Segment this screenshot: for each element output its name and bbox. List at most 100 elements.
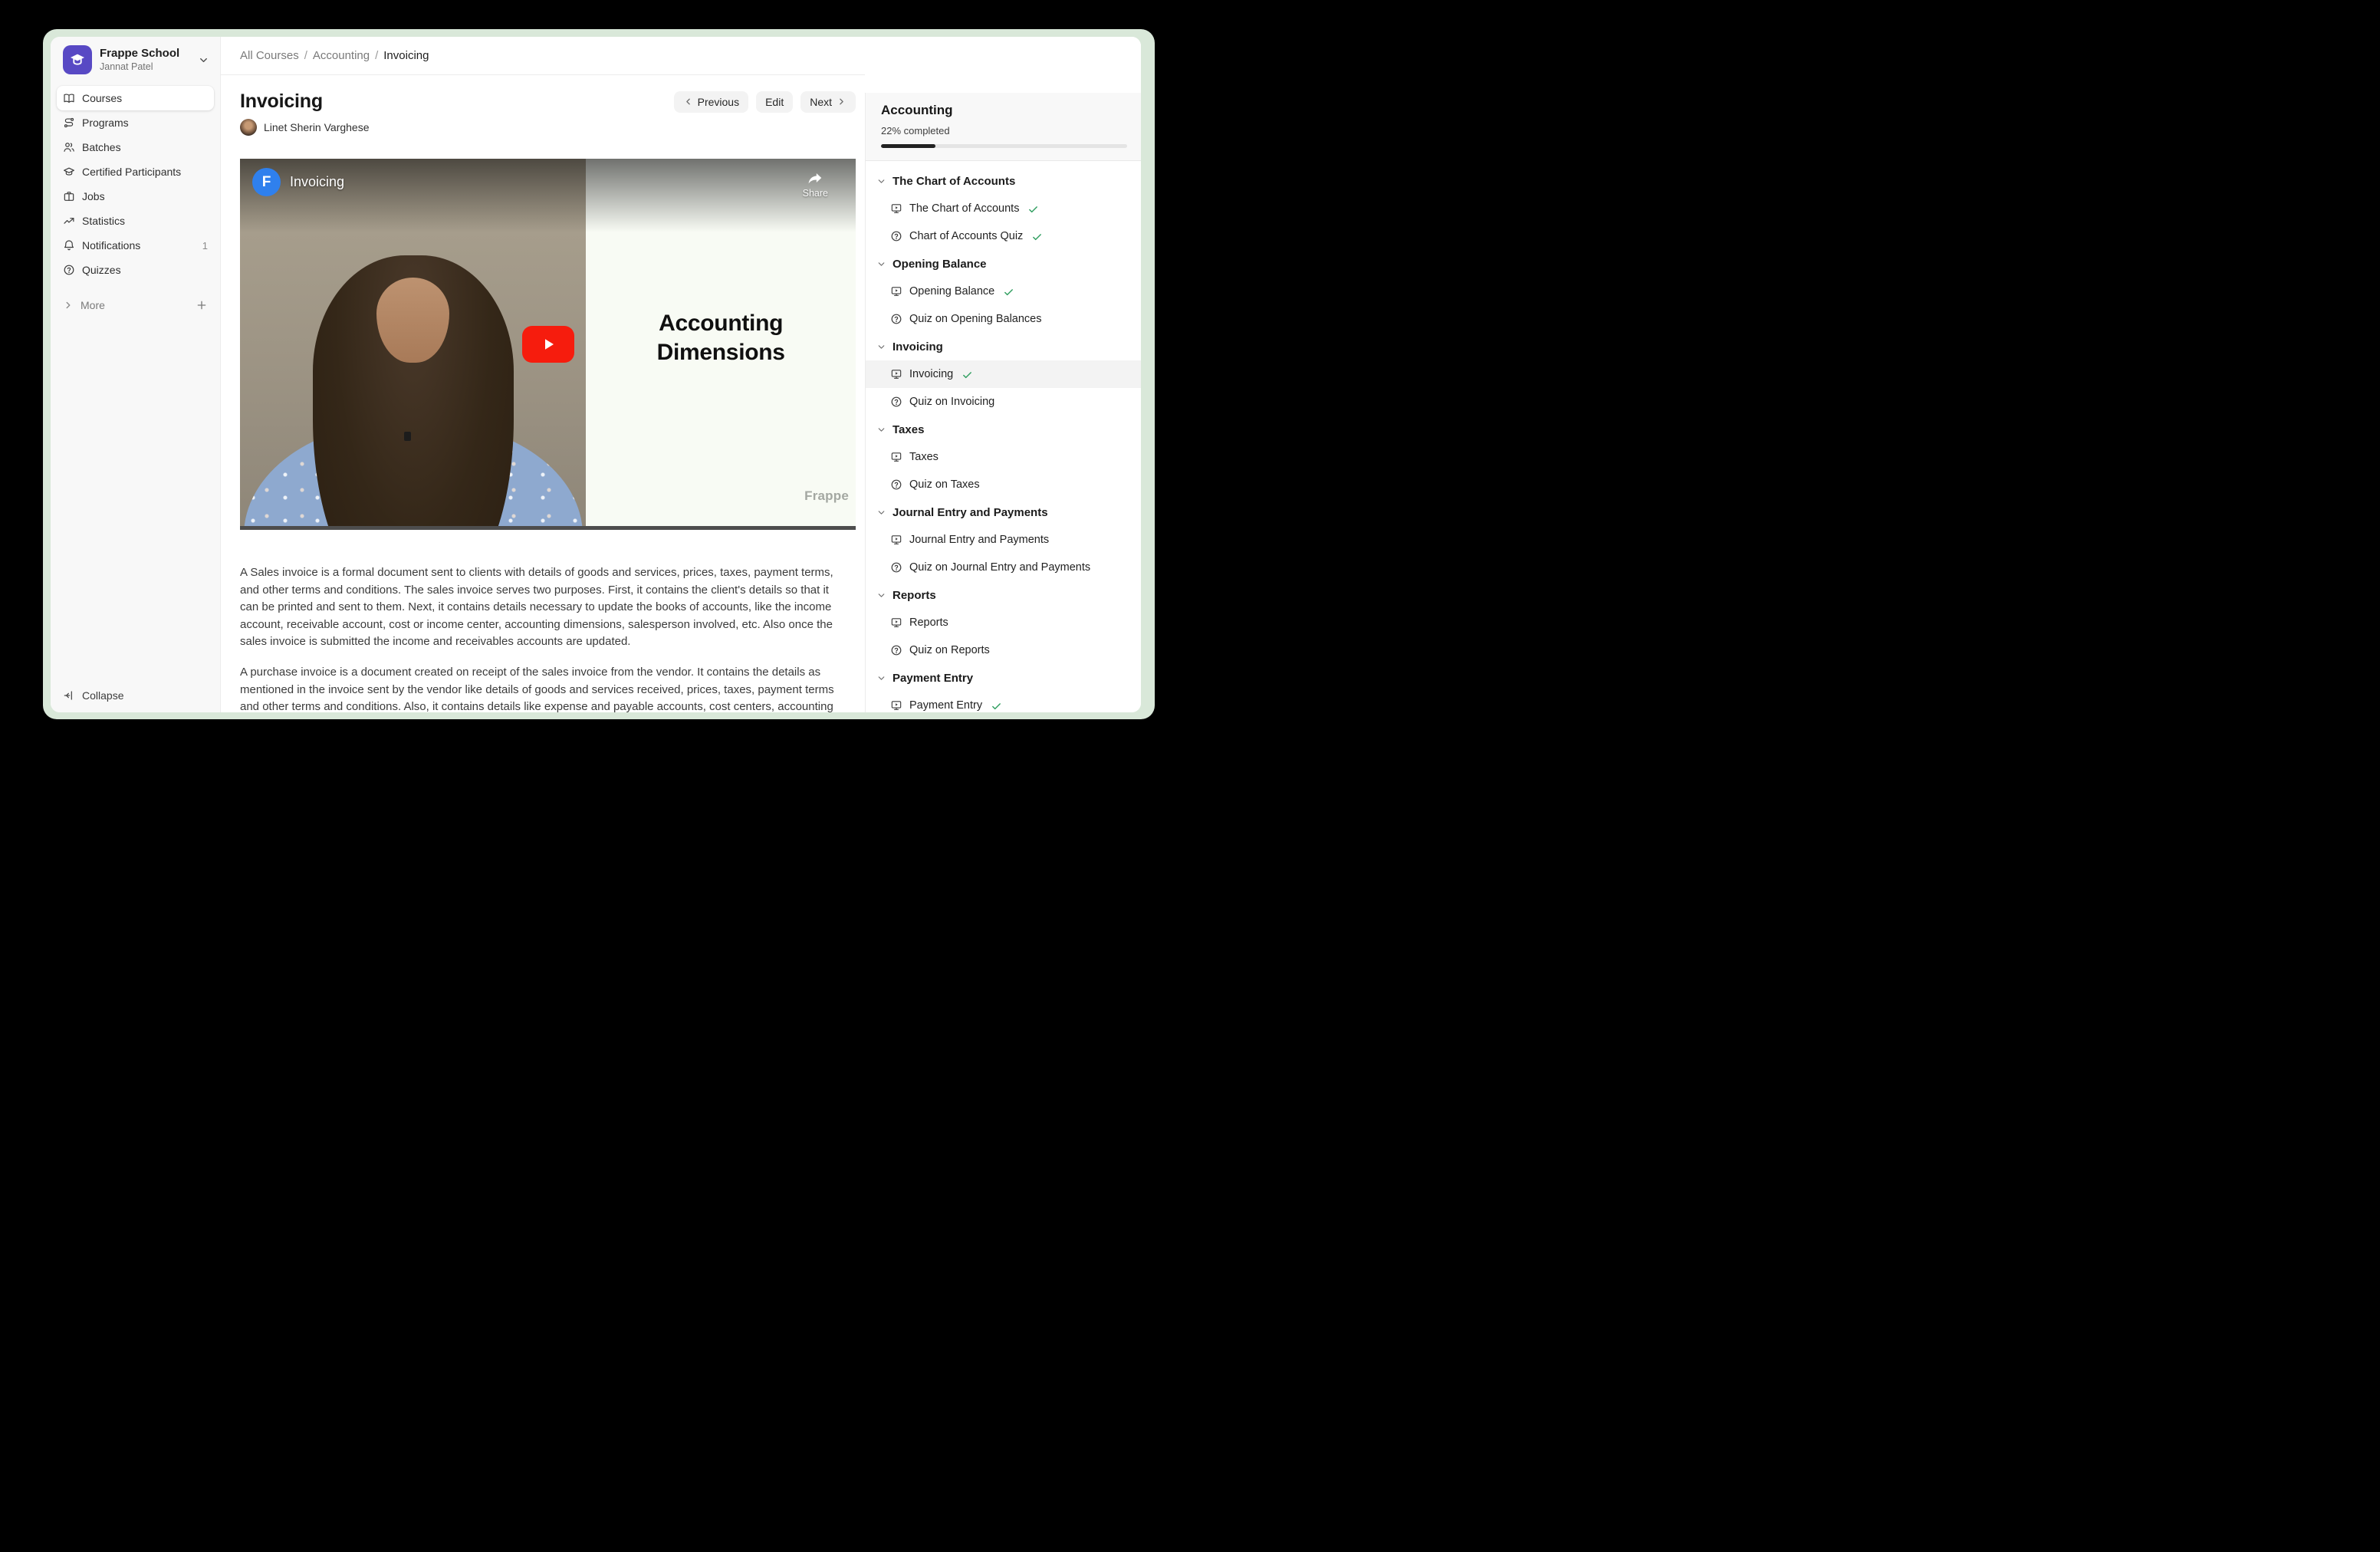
chevron-down-icon: [198, 54, 209, 66]
help-circle-icon: [63, 264, 75, 276]
next-button[interactable]: Next: [800, 91, 856, 113]
users-icon: [63, 141, 75, 153]
sidebar-item-more[interactable]: More: [57, 293, 214, 317]
chevron-right-icon: [63, 300, 74, 311]
app-window: Frappe School Jannat Patel Courses Progr…: [51, 37, 1141, 712]
help-circle-icon: [890, 644, 903, 657]
chevron-down-icon: [876, 673, 886, 683]
play-icon: [539, 335, 557, 353]
brand-subtitle: Jannat Patel: [100, 61, 179, 73]
video-player[interactable]: Accounting Dimensions Frappe F Invoicing: [240, 159, 856, 530]
progress-bar: [881, 144, 1127, 148]
sidebar-item-quizzes[interactable]: Quizzes: [57, 258, 214, 282]
play-button[interactable]: [522, 326, 574, 363]
frappe-school-logo-icon: [63, 45, 92, 74]
author-row: Linet Sherin Varghese: [240, 119, 856, 136]
outline-lesson-the-chart-of-accounts[interactable]: The Chart of Accounts: [866, 195, 1141, 222]
collapse-sidebar-button[interactable]: Collapse: [51, 683, 220, 712]
outline-section-invoicing[interactable]: Invoicing: [866, 333, 1141, 360]
collapse-label: Collapse: [82, 689, 123, 702]
help-circle-icon: [890, 396, 903, 409]
outline-section-journal-entry-and-payments[interactable]: Journal Entry and Payments: [866, 498, 1141, 526]
avatar: [240, 119, 257, 136]
check-icon: [1027, 203, 1039, 215]
outline-section-reports[interactable]: Reports: [866, 581, 1141, 609]
help-circle-icon: [890, 561, 903, 574]
monitor-play-icon: [890, 202, 903, 215]
edit-button[interactable]: Edit: [756, 91, 793, 113]
sidebar-item-programs[interactable]: Programs: [57, 110, 214, 135]
progress-fill: [881, 144, 935, 148]
course-outline-panel: Accounting 22% completed The Chart of Ac…: [865, 37, 1141, 712]
outline-quiz-quiz-on-reports[interactable]: Quiz on Reports: [866, 636, 1141, 664]
outline-quiz-quiz-on-taxes[interactable]: Quiz on Taxes: [866, 471, 1141, 498]
lesson-content: Invoicing Previous Edit: [221, 75, 865, 712]
outline-lesson-payment-entry[interactable]: Payment Entry: [866, 692, 1141, 712]
sidebar: Frappe School Jannat Patel Courses Progr…: [51, 37, 221, 712]
outline-section-opening-balance[interactable]: Opening Balance: [866, 250, 1141, 278]
briefcase-icon: [63, 190, 75, 202]
outline-quiz-quiz-on-journal-entry-and-payments[interactable]: Quiz on Journal Entry and Payments: [866, 554, 1141, 581]
outline-lesson-opening-balance[interactable]: Opening Balance: [866, 278, 1141, 305]
bell-icon: [63, 239, 75, 252]
check-icon: [1003, 286, 1014, 298]
outline-lesson-invoicing[interactable]: Invoicing: [866, 360, 1141, 388]
share-button[interactable]: Share: [803, 169, 828, 199]
video-title-badge[interactable]: F Invoicing: [252, 168, 344, 196]
chevron-down-icon: [876, 508, 886, 518]
arrow-left-to-line-icon: [63, 689, 75, 702]
sidebar-item-statistics[interactable]: Statistics: [57, 209, 214, 233]
outline-lesson-taxes[interactable]: Taxes: [866, 443, 1141, 471]
chevron-down-icon: [876, 342, 886, 352]
outline-quiz-quiz-on-opening-balances[interactable]: Quiz on Opening Balances: [866, 305, 1141, 333]
chevron-down-icon: [876, 259, 886, 269]
lesson-paragraph: A Sales invoice is a formal document sen…: [240, 564, 840, 651]
outline-quiz-chart-of-accounts-quiz[interactable]: Chart of Accounts Quiz: [866, 222, 1141, 250]
outline-section-payment-entry[interactable]: Payment Entry: [866, 664, 1141, 692]
window-frame: Frappe School Jannat Patel Courses Progr…: [43, 29, 1155, 719]
channel-avatar[interactable]: F: [252, 168, 281, 196]
help-circle-icon: [890, 478, 903, 492]
breadcrumb-accounting[interactable]: Accounting: [313, 49, 370, 62]
previous-button[interactable]: Previous: [674, 91, 748, 113]
monitor-play-icon: [890, 617, 903, 630]
course-progress-header: Accounting 22% completed: [865, 93, 1141, 161]
check-icon: [991, 700, 1002, 712]
trending-up-icon: [63, 215, 75, 227]
monitor-play-icon: [890, 699, 903, 712]
outline-section-the-chart-of-accounts[interactable]: The Chart of Accounts: [866, 167, 1141, 195]
chevron-left-icon: [683, 97, 693, 107]
graduation-cap-icon: [63, 166, 75, 178]
chevron-down-icon: [876, 425, 886, 435]
sidebar-item-courses[interactable]: Courses: [57, 86, 214, 110]
video-progress-bar[interactable]: [240, 526, 856, 530]
chevron-down-icon: [876, 176, 886, 186]
monitor-play-icon: [890, 534, 903, 547]
course-title: Accounting: [881, 103, 1127, 118]
sidebar-nav: Courses Programs Batches Certified Parti…: [51, 81, 220, 282]
breadcrumb-bar: All Courses / Accounting / Invoicing: [221, 37, 865, 75]
sidebar-item-jobs[interactable]: Jobs: [57, 184, 214, 209]
outline-section-taxes[interactable]: Taxes: [866, 416, 1141, 443]
mic-icon: [404, 432, 411, 441]
share-arrow-icon: [805, 169, 825, 186]
outline-lesson-reports[interactable]: Reports: [866, 609, 1141, 636]
monitor-play-icon: [890, 368, 903, 381]
monitor-play-icon: [890, 451, 903, 464]
sidebar-item-certified-participants[interactable]: Certified Participants: [57, 159, 214, 184]
progress-label: 22% completed: [881, 125, 1127, 136]
breadcrumb-all-courses[interactable]: All Courses: [240, 49, 299, 62]
sidebar-item-notifications[interactable]: Notifications 1: [57, 233, 214, 258]
monitor-play-icon: [890, 285, 903, 298]
screen: Frappe School Jannat Patel Courses Progr…: [0, 0, 1190, 776]
add-button[interactable]: [196, 299, 208, 311]
outline-quiz-quiz-on-invoicing[interactable]: Quiz on Invoicing: [866, 388, 1141, 416]
breadcrumb-separator: /: [304, 49, 307, 62]
video-overlay-title: Invoicing: [290, 174, 344, 190]
book-open-icon: [63, 92, 75, 104]
share-label: Share: [803, 188, 828, 199]
sidebar-item-batches[interactable]: Batches: [57, 135, 214, 159]
outline-lesson-journal-entry-and-payments[interactable]: Journal Entry and Payments: [866, 526, 1141, 554]
help-circle-icon: [890, 313, 903, 326]
workspace-switcher[interactable]: Frappe School Jannat Patel: [51, 37, 220, 81]
